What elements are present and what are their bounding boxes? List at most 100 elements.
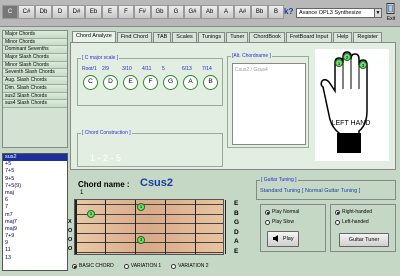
tab-bar: Chord Analyze Find Chord TAB Scales Tunings T… xyxy=(72,31,383,42)
scale-note[interactable]: A xyxy=(183,75,198,90)
chord-type-item[interactable]: sus4 Slash Chords xyxy=(3,100,67,108)
alt-chordname-box[interactable]: Csus2 / Gsus4 xyxy=(232,63,306,145)
scale-note[interactable]: D xyxy=(103,75,118,90)
chord-list-item[interactable]: 7+5(9) xyxy=(3,183,67,190)
chord-name-label: Chord name : xyxy=(78,180,130,189)
chord-type-item[interactable]: Major Chords xyxy=(3,31,67,39)
radio-dot[interactable] xyxy=(335,219,340,225)
play-button[interactable]: Play xyxy=(267,231,299,247)
tab-chord-analyze[interactable]: Chord Analyze xyxy=(72,31,116,42)
radio-dot[interactable] xyxy=(335,209,340,215)
radio-left-handed[interactable]: Left-handed xyxy=(335,219,369,225)
chord-type-list: Major Chords Minor Chords Dominant Seventh… xyxy=(2,30,68,148)
chord-type-item[interactable]: sus2 Slash Chords xyxy=(3,92,67,101)
scale-note[interactable]: C xyxy=(83,75,98,90)
chord-list-item[interactable]: 9+5 xyxy=(3,176,67,183)
scale-note[interactable]: F xyxy=(143,75,158,90)
key-button-B[interactable]: B xyxy=(268,5,284,19)
chord-list-item[interactable]: 13 xyxy=(3,255,67,262)
tab-tunings[interactable]: Tunings xyxy=(197,32,226,42)
key-button-Gsharp[interactable]: G# xyxy=(184,5,201,19)
key-button-F[interactable]: F xyxy=(118,5,134,19)
key-button-Bb[interactable]: Bb xyxy=(251,5,268,19)
key-button-D[interactable]: D xyxy=(52,5,68,19)
scale-note[interactable]: E xyxy=(123,75,138,90)
radio-variation-1[interactable]: VARIATION 1 xyxy=(123,263,161,269)
chord-type-item[interactable]: Seventh Slash Chords xyxy=(3,69,67,78)
key-button-Dsharp[interactable]: D# xyxy=(68,5,85,19)
key-button-Asharp[interactable]: A# xyxy=(234,5,251,19)
tab-tuner[interactable]: Tuner xyxy=(226,32,249,42)
key-button-Csharp[interactable]: C# xyxy=(18,5,35,19)
chevron-down-icon[interactable]: ▼ xyxy=(374,8,382,18)
radio-play-normal[interactable]: Play Normal xyxy=(265,209,299,215)
scale-degree: 4/11 xyxy=(142,66,152,72)
chord-list-item[interactable]: maj9 xyxy=(3,226,67,233)
chord-list-item[interactable]: maj7 xyxy=(3,219,67,226)
scale-degree: 7/14 xyxy=(202,66,212,72)
radio-variation-2[interactable]: VARIATION 2 xyxy=(171,263,209,269)
radio-label: Play Normal xyxy=(272,209,300,215)
radio-label: Right-handed xyxy=(342,209,373,215)
radio-play-slow[interactable]: Play Slow xyxy=(265,219,294,225)
tab-find-chord[interactable]: Find Chord xyxy=(116,32,152,42)
chord-type-item[interactable]: Major Slash Chords xyxy=(3,54,67,62)
guitar-tuner-button[interactable]: Guitar Tuner xyxy=(339,233,389,247)
chord-list-item[interactable]: m7 xyxy=(3,212,67,219)
chord-list-item[interactable]: 9 xyxy=(3,240,67,247)
radio-dot[interactable] xyxy=(265,209,270,215)
exit-button[interactable]: Exit xyxy=(383,3,399,23)
tab-register[interactable]: Register xyxy=(353,32,382,42)
open-string-mark: O xyxy=(68,246,73,252)
door-icon xyxy=(386,3,395,14)
fret-bar xyxy=(105,200,106,254)
chord-list-item[interactable]: 7 xyxy=(3,204,67,211)
radio-dot[interactable] xyxy=(265,219,270,225)
key-button-Eb[interactable]: Eb xyxy=(85,5,102,19)
key-button-E[interactable]: E xyxy=(102,5,118,19)
chord-list-item[interactable]: 7+9 xyxy=(3,233,67,240)
chord-list-item[interactable]: 6 xyxy=(3,197,67,204)
guitar-string xyxy=(75,223,223,224)
open-string-mark: X xyxy=(68,219,72,225)
string-label: D xyxy=(234,228,239,236)
scale-degree: 6/13 xyxy=(182,66,192,72)
key-button-Db[interactable]: Db xyxy=(35,5,52,19)
radio-dot[interactable] xyxy=(72,263,77,269)
chord-type-item[interactable]: Minor Slash Chords xyxy=(3,61,67,70)
scale-note[interactable]: B xyxy=(203,75,218,90)
string-label: G xyxy=(234,219,240,226)
tab-fretboard-input[interactable]: FretBoard Input xyxy=(285,32,333,42)
radio-variation-0[interactable]: BASIC CHORD xyxy=(72,263,114,269)
radio-dot[interactable] xyxy=(123,263,129,269)
tab-tab[interactable]: TAB xyxy=(153,32,172,42)
chord-type-item[interactable]: Dominant Sevenths xyxy=(3,46,67,55)
chord-type-item[interactable]: Minor Chords xyxy=(3,38,67,47)
left-hand-label: LEFT HAND xyxy=(332,120,371,127)
play-options-group: Play Normal Play Slow Play xyxy=(260,204,326,252)
radio-right-handed[interactable]: Right-handed xyxy=(335,209,372,215)
synth-select[interactable]: Avance OPL3 Synthesize xyxy=(296,8,382,18)
fx-icon[interactable]: k? xyxy=(284,7,293,16)
key-button-Fsharp[interactable]: F# xyxy=(134,5,151,19)
key-button-A[interactable]: A xyxy=(218,5,234,19)
fret-bar xyxy=(165,200,166,254)
scale-note[interactable]: G xyxy=(163,75,178,90)
tab-scales[interactable]: Scales xyxy=(172,32,197,42)
chord-list-item[interactable]: 7+5 xyxy=(3,168,67,175)
chord-list-item[interactable]: +5 xyxy=(3,161,67,168)
key-button-C[interactable]: C xyxy=(2,5,18,19)
chord-type-item[interactable]: Aug. Slash Chords xyxy=(3,77,67,85)
fretboard[interactable]: 1 1 3 xyxy=(74,199,226,255)
tab-help[interactable]: Help xyxy=(333,32,353,42)
key-button-Gb[interactable]: Gb xyxy=(151,5,168,19)
chord-list-item[interactable]: sus2 xyxy=(3,154,67,162)
analyze-panel: [ C major scale ] Root/1 2/9 3/10 4/11 5 6/13… xyxy=(70,42,396,170)
chord-type-item[interactable]: Dim. Slash Chords xyxy=(3,84,67,93)
key-button-G[interactable]: G xyxy=(168,5,184,19)
radio-dot[interactable] xyxy=(171,263,177,269)
key-button-Ab[interactable]: Ab xyxy=(201,5,218,19)
tab-chordbook[interactable]: ChordBook xyxy=(249,32,285,42)
chord-list-item[interactable]: maj xyxy=(3,190,67,197)
chord-list-item[interactable]: 11 xyxy=(3,247,67,254)
